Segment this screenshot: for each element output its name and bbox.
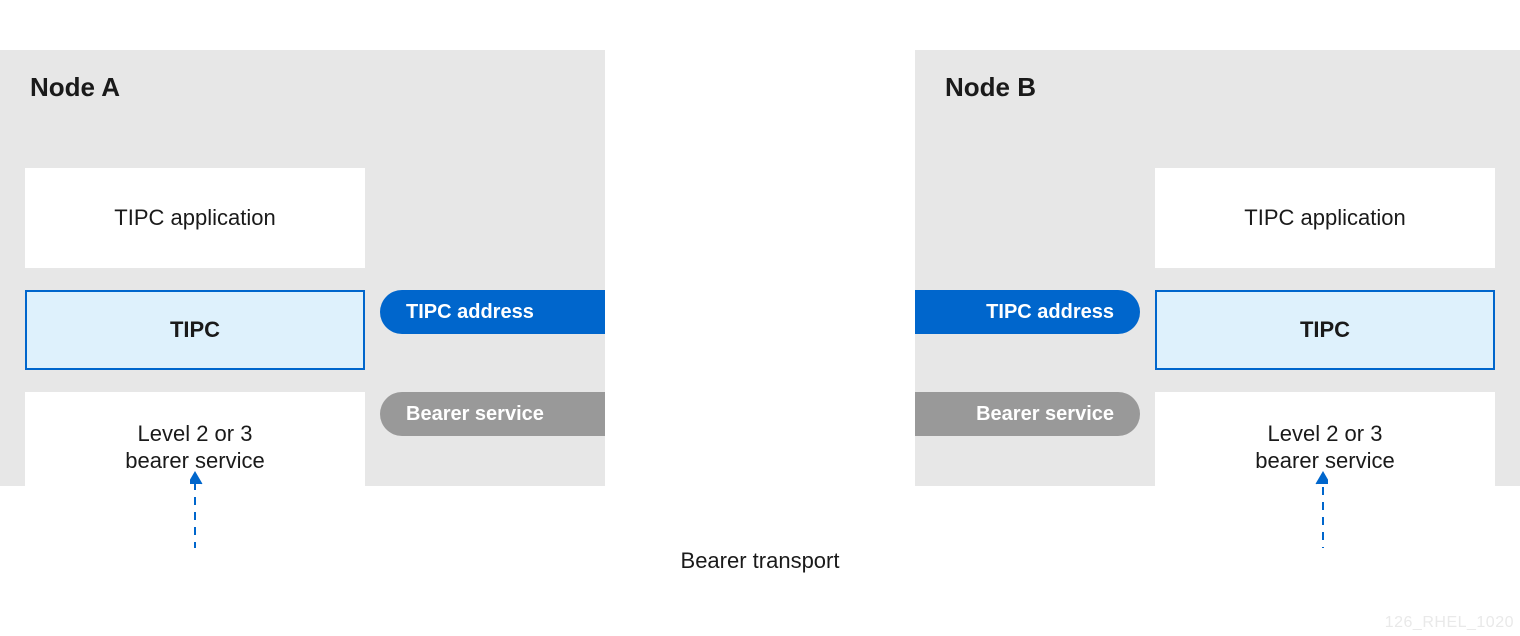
node-b-stack: TIPC application TIPC Level 2 or 3bearer…	[1155, 168, 1495, 502]
node-b-panel: Node B TIPC application TIPC Level 2 or …	[915, 50, 1520, 486]
node-a-layer-tipc: TIPC	[25, 290, 365, 370]
bearer-transport-label-wrap: Bearer transport	[0, 548, 1520, 574]
node-a-title: Node A	[0, 72, 605, 103]
node-a-tipc-address-pill: TIPC address	[380, 290, 605, 334]
node-b-address-pills: TIPC address Bearer service	[915, 290, 1140, 436]
node-a-address-pills: TIPC address Bearer service	[380, 290, 605, 436]
node-b-tipc-address-pill: TIPC address	[915, 290, 1140, 334]
node-b-title: Node B	[915, 72, 1520, 103]
node-a-panel: Node A TIPC application TIPC Level 2 or …	[0, 50, 605, 486]
node-b-layer-bearer: Level 2 or 3bearer service	[1155, 392, 1495, 502]
bearer-transport-label: Bearer transport	[675, 548, 846, 573]
node-a-bearer-service-pill: Bearer service	[380, 392, 605, 436]
node-a-layer-bearer: Level 2 or 3bearer service	[25, 392, 365, 502]
watermark: 126_RHEL_1020	[1385, 614, 1514, 632]
node-b-bearer-service-pill: Bearer service	[915, 392, 1140, 436]
node-b-layer-tipc: TIPC	[1155, 290, 1495, 370]
node-a-stack: TIPC application TIPC Level 2 or 3bearer…	[25, 168, 365, 502]
node-b-layer-app: TIPC application	[1155, 168, 1495, 268]
node-a-layer-app: TIPC application	[25, 168, 365, 268]
